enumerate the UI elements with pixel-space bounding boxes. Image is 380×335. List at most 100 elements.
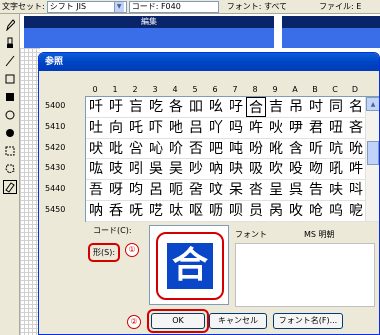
character-cell[interactable]: 呀 bbox=[106, 180, 126, 200]
character-cell[interactable]: 合 bbox=[246, 97, 266, 117]
character-cell[interactable]: 吲 bbox=[126, 159, 146, 179]
character-cell[interactable]: 呒 bbox=[126, 201, 146, 221]
character-cell[interactable]: 吻 bbox=[306, 159, 326, 179]
character-cell[interactable]: 呝 bbox=[346, 201, 366, 221]
character-cell[interactable]: 呖 bbox=[206, 201, 226, 221]
eraser-icon[interactable] bbox=[3, 180, 17, 194]
character-cell[interactable]: 向 bbox=[106, 118, 126, 138]
rectangle-icon[interactable] bbox=[3, 72, 17, 86]
pencil-icon[interactable] bbox=[3, 18, 17, 32]
character-cell[interactable]: 吸 bbox=[246, 159, 266, 179]
character-cell[interactable]: 呋 bbox=[326, 180, 346, 200]
character-cell[interactable]: 呈 bbox=[266, 180, 286, 200]
character-cell[interactable]: 吰 bbox=[86, 159, 106, 179]
character-cell[interactable]: 呃 bbox=[166, 180, 186, 200]
character-cell[interactable]: 呓 bbox=[146, 201, 166, 221]
character-cell[interactable]: 否 bbox=[186, 139, 206, 159]
character-cell[interactable]: 呄 bbox=[186, 180, 206, 200]
character-cell[interactable]: 吤 bbox=[166, 139, 186, 159]
filled-rectangle-icon[interactable] bbox=[3, 90, 17, 104]
charset-select[interactable]: シフト JIS ▼ bbox=[46, 0, 127, 13]
character-cell[interactable]: 吣 bbox=[146, 139, 166, 159]
character-cell[interactable]: 吅 bbox=[186, 97, 206, 117]
line-icon[interactable] bbox=[3, 54, 17, 68]
character-cell[interactable]: 呔 bbox=[166, 201, 186, 221]
character-cell[interactable]: 吳 bbox=[146, 159, 166, 179]
character-cell[interactable]: 吆 bbox=[206, 97, 226, 117]
character-cell[interactable]: 吕 bbox=[186, 118, 206, 138]
ok-button[interactable]: OK bbox=[151, 313, 205, 329]
character-cell[interactable]: 吴 bbox=[166, 159, 186, 179]
character-cell[interactable]: 吃 bbox=[146, 97, 166, 117]
character-cell[interactable]: 吐 bbox=[86, 118, 106, 138]
character-cell[interactable]: 吶 bbox=[206, 159, 226, 179]
grid-scrollbar[interactable]: ▲ bbox=[365, 97, 379, 221]
character-cell[interactable]: 吖 bbox=[206, 118, 226, 138]
character-cell[interactable]: 吾 bbox=[86, 180, 106, 200]
character-cell[interactable]: 呇 bbox=[246, 180, 266, 200]
character-cell[interactable]: 吭 bbox=[326, 139, 346, 159]
character-cell[interactable]: 吢 bbox=[126, 139, 146, 159]
character-cell[interactable]: 含 bbox=[286, 139, 306, 159]
character-cell[interactable]: 呗 bbox=[226, 201, 246, 221]
lasso-icon[interactable] bbox=[3, 162, 17, 176]
character-cell[interactable]: 呁 bbox=[126, 180, 146, 200]
character-cell[interactable]: 吔 bbox=[166, 118, 186, 138]
character-cell[interactable]: 呂 bbox=[146, 180, 166, 200]
character-cell[interactable]: 吚 bbox=[286, 118, 306, 138]
character-cell[interactable]: 呐 bbox=[86, 201, 106, 221]
cancel-button[interactable]: キャンセル bbox=[209, 313, 267, 329]
character-cell[interactable]: 吩 bbox=[246, 139, 266, 159]
character-cell[interactable]: 呌 bbox=[346, 180, 366, 200]
character-grid[interactable]: 吀吁吂吃各吅吆吇合吉吊吋同名吐向吒吓吔吕吖吗吘吙吚君吜吝吠吡吢吣吤否吧吨吩吪含听… bbox=[85, 96, 379, 222]
character-cell[interactable]: 吹 bbox=[266, 159, 286, 179]
character-cell[interactable]: 名 bbox=[346, 97, 366, 117]
character-cell[interactable]: 吵 bbox=[186, 159, 206, 179]
character-cell[interactable]: 吧 bbox=[206, 139, 226, 159]
character-cell[interactable]: 呚 bbox=[286, 201, 306, 221]
character-cell[interactable]: 呙 bbox=[266, 201, 286, 221]
character-cell[interactable]: 吼 bbox=[326, 159, 346, 179]
character-cell[interactable]: 吽 bbox=[346, 159, 366, 179]
character-cell[interactable]: 呑 bbox=[106, 201, 126, 221]
character-cell[interactable]: 告 bbox=[306, 180, 326, 200]
character-cell[interactable]: 君 bbox=[306, 118, 326, 138]
character-cell[interactable]: 吊 bbox=[286, 97, 306, 117]
character-cell[interactable]: 呅 bbox=[206, 180, 226, 200]
character-cell[interactable]: 吗 bbox=[226, 118, 246, 138]
ellipse-icon[interactable] bbox=[3, 108, 17, 122]
character-cell[interactable]: 呆 bbox=[226, 180, 246, 200]
character-cell[interactable]: 员 bbox=[246, 201, 266, 221]
character-cell[interactable]: 吱 bbox=[106, 159, 126, 179]
character-cell[interactable]: 吙 bbox=[266, 118, 286, 138]
character-cell[interactable]: 吜 bbox=[326, 118, 346, 138]
character-cell[interactable]: 吒 bbox=[126, 118, 146, 138]
character-cell[interactable]: 吡 bbox=[106, 139, 126, 159]
character-cell[interactable]: 吋 bbox=[306, 97, 326, 117]
character-cell[interactable]: 吮 bbox=[346, 139, 366, 159]
character-cell[interactable]: 听 bbox=[306, 139, 326, 159]
character-cell[interactable]: 各 bbox=[166, 97, 186, 117]
character-cell[interactable]: 吓 bbox=[146, 118, 166, 138]
select-rectangle-icon[interactable] bbox=[3, 144, 17, 158]
character-cell[interactable]: 呉 bbox=[286, 180, 306, 200]
scroll-thumb[interactable] bbox=[367, 141, 379, 165]
character-cell[interactable]: 吀 bbox=[86, 97, 106, 117]
brush-icon[interactable] bbox=[3, 36, 17, 50]
character-cell[interactable]: 呜 bbox=[326, 201, 346, 221]
font-name-button[interactable]: フォント名(F)... bbox=[273, 313, 343, 329]
character-cell[interactable]: 呕 bbox=[186, 201, 206, 221]
character-cell[interactable]: 吂 bbox=[126, 97, 146, 117]
character-cell[interactable]: 吷 bbox=[226, 159, 246, 179]
character-cell[interactable]: 吇 bbox=[226, 97, 246, 117]
scroll-up-icon[interactable]: ▲ bbox=[366, 97, 379, 111]
character-cell[interactable]: 吝 bbox=[346, 118, 366, 138]
code-field[interactable]: コード: F040 bbox=[128, 0, 219, 13]
character-cell[interactable]: 呛 bbox=[306, 201, 326, 221]
character-cell[interactable]: 吺 bbox=[286, 159, 306, 179]
character-cell[interactable]: 吠 bbox=[86, 139, 106, 159]
character-cell[interactable]: 吨 bbox=[226, 139, 246, 159]
character-cell[interactable]: 吪 bbox=[266, 139, 286, 159]
character-cell[interactable]: 同 bbox=[326, 97, 346, 117]
character-cell[interactable]: 吉 bbox=[266, 97, 286, 117]
